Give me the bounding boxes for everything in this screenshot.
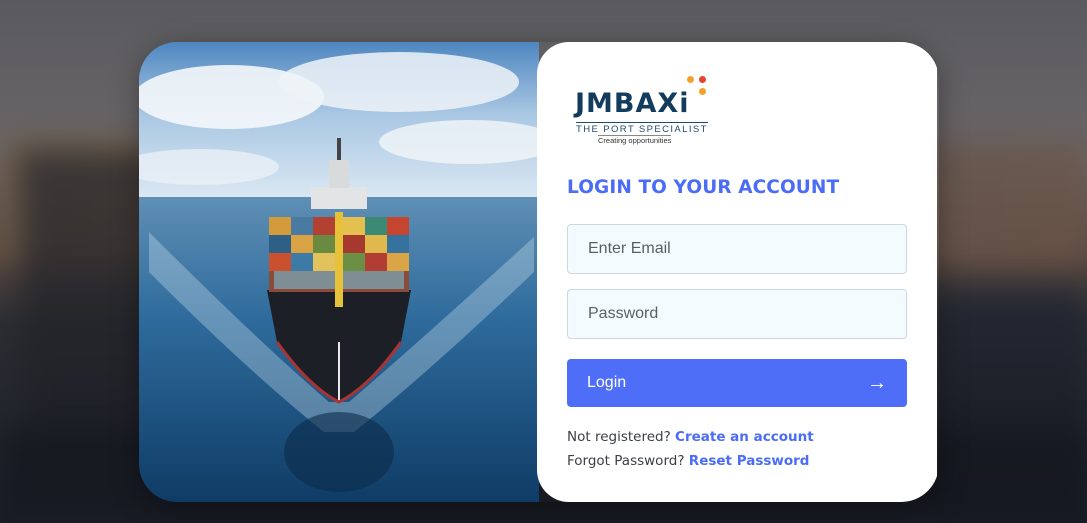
login-panel: JMBAXi THE PORT SPECIALIST Creating oppo… bbox=[537, 42, 937, 502]
reset-password-link[interactable]: Reset Password bbox=[689, 453, 810, 469]
logo-tagline: Creating opportunities bbox=[598, 135, 672, 145]
logo-subtitle: THE PORT SPECIALIST bbox=[576, 122, 708, 135]
register-line: Not registered? Create an account bbox=[567, 429, 814, 445]
logo-dot bbox=[687, 76, 694, 83]
create-account-link[interactable]: Create an account bbox=[675, 429, 814, 445]
email-field[interactable] bbox=[567, 224, 907, 274]
forgot-prompt: Forgot Password? bbox=[567, 453, 685, 469]
login-card: JMBAXi THE PORT SPECIALIST Creating oppo… bbox=[139, 42, 939, 502]
cargo-ship-illustration bbox=[139, 42, 539, 502]
company-logo: JMBAXi THE PORT SPECIALIST Creating oppo… bbox=[575, 76, 715, 146]
logo-dot bbox=[699, 76, 706, 83]
arrow-right-icon: → bbox=[867, 372, 887, 394]
login-button[interactable]: Login → bbox=[567, 359, 907, 407]
logo-dot bbox=[699, 88, 706, 95]
password-field[interactable] bbox=[567, 289, 907, 339]
login-button-label: Login bbox=[587, 374, 627, 391]
cargo-ship-image bbox=[139, 42, 539, 502]
page-title: LOGIN TO YOUR ACCOUNT bbox=[567, 177, 840, 198]
logo-wordmark: JMBAXi bbox=[575, 88, 690, 119]
register-prompt: Not registered? bbox=[567, 429, 671, 445]
forgot-password-line: Forgot Password? Reset Password bbox=[567, 453, 809, 469]
